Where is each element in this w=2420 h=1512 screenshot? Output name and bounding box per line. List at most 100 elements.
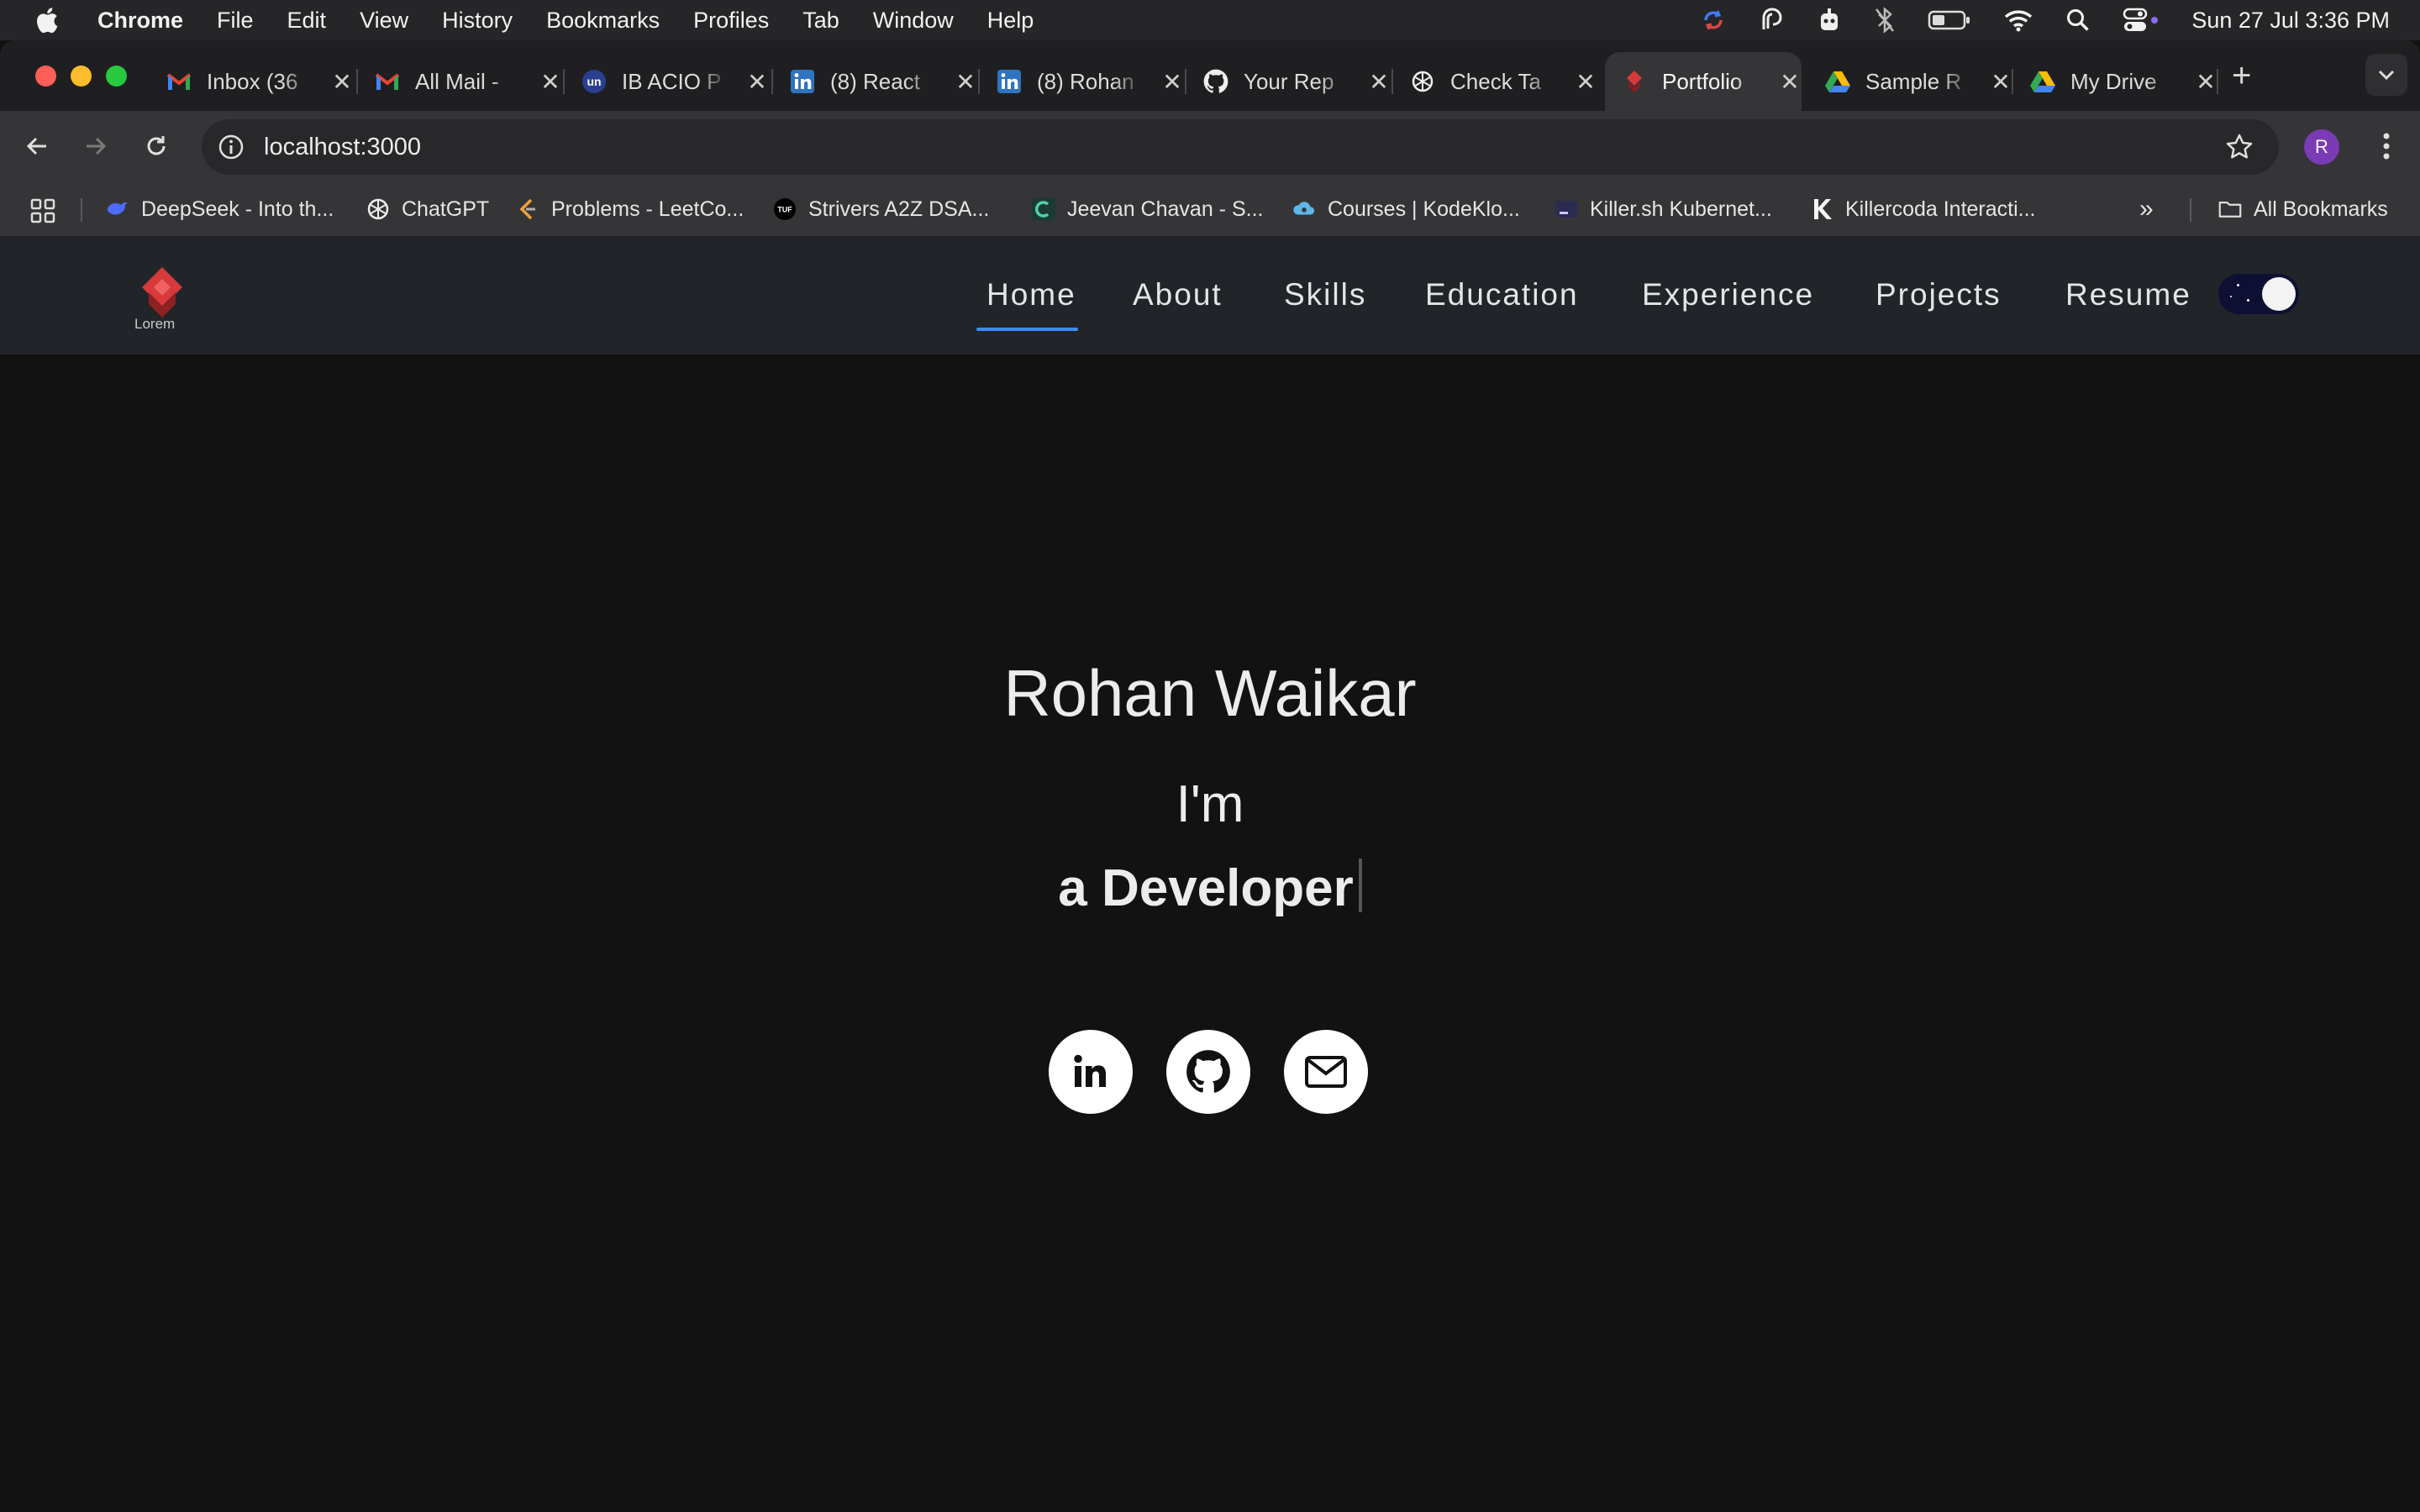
close-tab-icon[interactable]: ✕ [1573,68,1598,96]
forward-button[interactable] [77,128,114,165]
menu-tab[interactable]: Tab [802,8,839,34]
close-tab-icon[interactable]: ✕ [744,68,770,96]
bookmark-kodekloud[interactable]: Courses | KodeKlo... [1292,181,1520,237]
reload-icon [147,136,166,155]
fingerprint-app-icon[interactable] [1760,6,1785,34]
github-icon [1186,1050,1230,1093]
toggle-star [2237,284,2239,286]
bookmark-killercoda[interactable]: Killercoda Interacti... [1810,181,2036,237]
nav-projects[interactable]: Projects [1876,277,2002,312]
tab-title: All Mail - [415,68,499,94]
nav-education[interactable]: Education [1425,277,1579,312]
apps-grid-icon[interactable] [30,198,55,223]
site-info-icon[interactable] [217,133,245,161]
nav-experience[interactable]: Experience [1642,277,1814,312]
sync-icon[interactable] [1699,6,1728,34]
bookmark-separator [2190,198,2191,222]
tab-linkedin-rohan[interactable]: (8) Rohan ✕ [980,52,1185,111]
profile-avatar[interactable]: R [2304,129,2339,165]
google-drive-icon [2030,69,2055,94]
nav-about[interactable]: About [1133,277,1223,312]
spotlight-search-icon[interactable] [2065,8,2091,33]
close-tab-icon[interactable]: ✕ [2193,68,2218,96]
tab-all-mail[interactable]: All Mail - ✕ [358,52,563,111]
github-icon [1203,69,1228,94]
address-bar[interactable]: localhost:3000 [202,119,2279,175]
tab-title: Your Rep [1244,68,1334,94]
tab-search-button[interactable] [2365,54,2407,96]
folder-icon [2218,197,2242,221]
chevron-down-icon [2378,70,2395,81]
tab-my-drive[interactable]: My Drive ✕ [2013,52,2218,111]
bluetooth-off-icon[interactable] [1874,7,1896,34]
tab-sample-resume[interactable]: Sample R ✕ [1808,52,2013,111]
reload-button[interactable] [138,128,175,165]
nav-home[interactable]: Home [976,277,1078,331]
more-bookmarks-button[interactable]: » [2139,181,2154,237]
bookmark-chatgpt[interactable]: ChatGPT [366,181,489,237]
tab-linkedin-react[interactable]: (8) React ✕ [773,52,978,111]
linkedin-button[interactable] [1049,1030,1133,1114]
portfolio-logo-icon [1622,69,1647,94]
tab-inbox[interactable]: Inbox (36 ✕ [150,52,355,111]
menu-edit[interactable]: Edit [287,8,327,34]
menubar-clock[interactable]: Sun 27 Jul 3:36 PM [2191,8,2390,34]
toggle-knob [2262,277,2296,311]
bookmark-deepseek[interactable]: DeepSeek - Into th... [106,181,334,237]
tab-title: (8) React [830,68,920,94]
back-button[interactable] [18,128,55,165]
new-tab-button[interactable]: + [2232,57,2251,95]
close-tab-icon[interactable]: ✕ [1988,68,2013,96]
close-tab-icon[interactable]: ✕ [1366,68,1392,96]
more-menu-icon[interactable] [2370,128,2403,165]
menu-view[interactable]: View [360,8,408,34]
nav-skills[interactable]: Skills [1284,277,1366,312]
menu-window[interactable]: Window [873,8,954,34]
close-tab-icon[interactable]: ✕ [1160,68,1185,96]
chatgpt-icon [366,197,390,221]
close-tab-icon[interactable]: ✕ [538,68,563,96]
bookmark-label: Killercoda Interacti... [1845,197,2036,221]
chevrons-right-icon: » [2139,195,2154,223]
close-window-button[interactable] [35,66,56,87]
kodekloud-icon [1292,197,1316,221]
menu-bookmarks[interactable]: Bookmarks [546,8,660,34]
close-tab-icon[interactable]: ✕ [329,68,355,96]
deepseek-icon [106,197,129,221]
apple-icon[interactable] [34,5,59,35]
gmail-icon [166,69,192,94]
bookmark-killer-sh[interactable]: Killer.sh Kubernet... [1555,181,1772,237]
all-bookmarks-button[interactable]: All Bookmarks [2218,181,2388,237]
control-center-icon[interactable] [2123,8,2160,33]
tab-portfolio[interactable]: Portfolio ✕ [1605,52,1802,111]
zoom-window-button[interactable] [106,66,127,87]
macos-menubar: Chrome File Edit View History Bookmarks … [0,0,2420,40]
tab-check-task[interactable]: Check Ta ✕ [1393,52,1598,111]
robot-icon[interactable] [1817,7,1842,34]
menu-file[interactable]: File [217,8,254,34]
close-tab-icon[interactable]: ✕ [953,68,978,96]
bookmark-label: Courses | KodeKlo... [1328,197,1520,221]
tab-github-repos[interactable]: Your Rep ✕ [1186,52,1392,111]
bookmark-strivers[interactable]: TUF Strivers A2Z DSA... [773,181,989,237]
menu-history[interactable]: History [442,8,513,34]
tab-title: Sample R [1865,68,1962,94]
email-button[interactable] [1284,1030,1368,1114]
tuf-icon: TUF [773,197,797,221]
minimize-window-button[interactable] [71,66,92,87]
bookmark-jeevan[interactable]: Jeevan Chavan - S... [1032,181,1263,237]
battery-icon[interactable] [1928,9,1971,31]
bookmark-leetcode[interactable]: Problems - LeetCo... [516,181,744,237]
wifi-icon[interactable] [2003,8,2033,32]
bookmark-star-icon[interactable] [2225,133,2254,161]
theme-toggle[interactable] [2218,274,2299,314]
url-text[interactable]: localhost:3000 [264,134,421,161]
github-button[interactable] [1166,1030,1250,1114]
tab-ib-acio[interactable]: un IB ACIO P ✕ [565,52,770,111]
menu-profiles[interactable]: Profiles [693,8,769,34]
close-tab-icon[interactable]: ✕ [1778,68,1802,96]
menu-help[interactable]: Help [987,8,1034,34]
menu-chrome[interactable]: Chrome [97,8,183,34]
leetcode-icon [516,197,539,221]
nav-resume[interactable]: Resume [2065,277,2191,312]
